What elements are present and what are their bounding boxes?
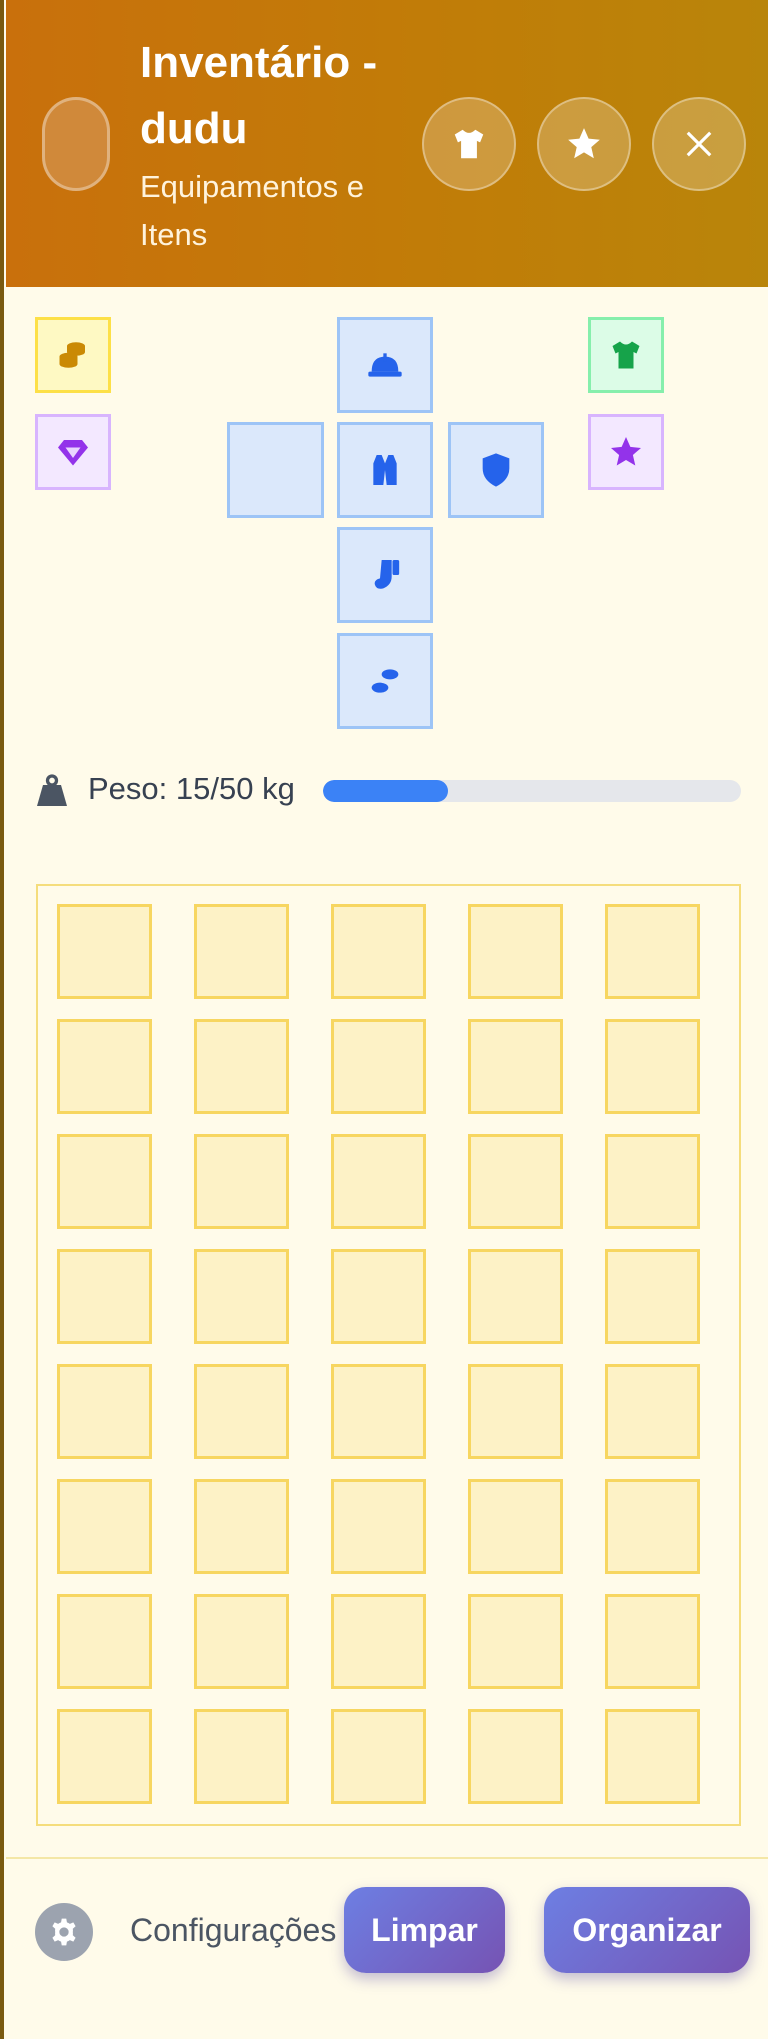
inventory-slot[interactable]	[605, 1479, 700, 1574]
organize-button[interactable]: Organizar	[544, 1887, 750, 1973]
inventory-slot[interactable]	[331, 1019, 426, 1114]
body-slot[interactable]	[337, 422, 433, 518]
inventory-slot[interactable]	[57, 1019, 152, 1114]
inventory-slot[interactable]	[331, 904, 426, 999]
page-subtitle: Equipamentos e Itens	[140, 169, 365, 252]
avatar	[42, 97, 110, 191]
inventory-slot[interactable]	[194, 1134, 289, 1229]
gem-slot[interactable]	[35, 414, 111, 490]
gem-icon	[58, 440, 88, 466]
weight-progress-fill	[323, 780, 449, 802]
inventory-slot[interactable]	[468, 1134, 563, 1229]
inventory-slot[interactable]	[194, 1249, 289, 1344]
inventory-slot[interactable]	[468, 1364, 563, 1459]
inventory-slot[interactable]	[57, 1594, 152, 1689]
settings-label[interactable]: Configurações	[130, 1912, 336, 1949]
inventory-slot[interactable]	[605, 1249, 700, 1344]
weight-progress-bar	[323, 780, 741, 802]
footprints-icon	[371, 669, 399, 693]
inventory-slot[interactable]	[57, 1479, 152, 1574]
window-edge	[0, 0, 4, 2039]
inventory-header: Inventário - dudu Equipamentos e Itens	[6, 0, 768, 287]
inventory-slot[interactable]	[331, 1249, 426, 1344]
inventory-slot[interactable]	[57, 1709, 152, 1804]
inventory-slot[interactable]	[468, 1019, 563, 1114]
right-hand-slot[interactable]	[448, 422, 544, 518]
inventory-grid	[36, 884, 741, 1826]
shirt-icon	[454, 129, 484, 159]
head-slot[interactable]	[337, 317, 433, 413]
inventory-slot[interactable]	[331, 1709, 426, 1804]
clear-button[interactable]: Limpar	[344, 1887, 505, 1973]
inventory-slot[interactable]	[194, 904, 289, 999]
inventory-slot[interactable]	[605, 1134, 700, 1229]
vest-icon	[373, 455, 397, 485]
shirt-icon	[612, 341, 640, 369]
inventory-slot[interactable]	[605, 1709, 700, 1804]
inventory-slot[interactable]	[57, 1249, 152, 1344]
inventory-slot[interactable]	[194, 1594, 289, 1689]
inventory-slot[interactable]	[468, 1249, 563, 1344]
inventory-slot[interactable]	[605, 904, 700, 999]
inventory-slot[interactable]	[605, 1364, 700, 1459]
inventory-slot[interactable]	[605, 1594, 700, 1689]
favorites-button[interactable]	[537, 97, 631, 191]
inventory-slot[interactable]	[331, 1134, 426, 1229]
outfit-slot[interactable]	[588, 317, 664, 393]
footer-divider	[6, 1857, 768, 1859]
legs-slot[interactable]	[337, 527, 433, 623]
inventory-slot[interactable]	[468, 1709, 563, 1804]
settings-button[interactable]	[35, 1903, 93, 1961]
inventory-slot[interactable]	[57, 1134, 152, 1229]
inventory-slot[interactable]	[468, 1594, 563, 1689]
weight-label: Peso: 15/50 kg	[88, 771, 295, 806]
favorite-slot[interactable]	[588, 414, 664, 490]
gear-icon	[52, 1918, 76, 1946]
inventory-slot[interactable]	[331, 1594, 426, 1689]
socks-icon	[374, 560, 400, 589]
inventory-slot[interactable]	[57, 904, 152, 999]
outfit-button[interactable]	[422, 97, 516, 191]
star-icon	[568, 128, 600, 159]
star-icon	[611, 437, 641, 466]
inventory-slot[interactable]	[57, 1364, 152, 1459]
close-icon	[686, 131, 712, 157]
feet-slot[interactable]	[337, 633, 433, 729]
weight-icon	[37, 774, 67, 806]
page-title: Inventário - dudu	[140, 38, 378, 153]
inventory-slot[interactable]	[194, 1709, 289, 1804]
inventory-slot[interactable]	[331, 1479, 426, 1574]
coins-icon	[59, 342, 85, 368]
left-hand-slot[interactable]	[227, 422, 324, 518]
inventory-slot[interactable]	[194, 1479, 289, 1574]
inventory-slot[interactable]	[331, 1364, 426, 1459]
shield-icon	[482, 453, 510, 487]
inventory-slot[interactable]	[468, 904, 563, 999]
close-button[interactable]	[652, 97, 746, 191]
helmet-icon	[368, 353, 402, 377]
inventory-slot[interactable]	[605, 1019, 700, 1114]
inventory-slot[interactable]	[468, 1479, 563, 1574]
inventory-slot[interactable]	[194, 1364, 289, 1459]
coins-slot[interactable]	[35, 317, 111, 393]
inventory-slot[interactable]	[194, 1019, 289, 1114]
